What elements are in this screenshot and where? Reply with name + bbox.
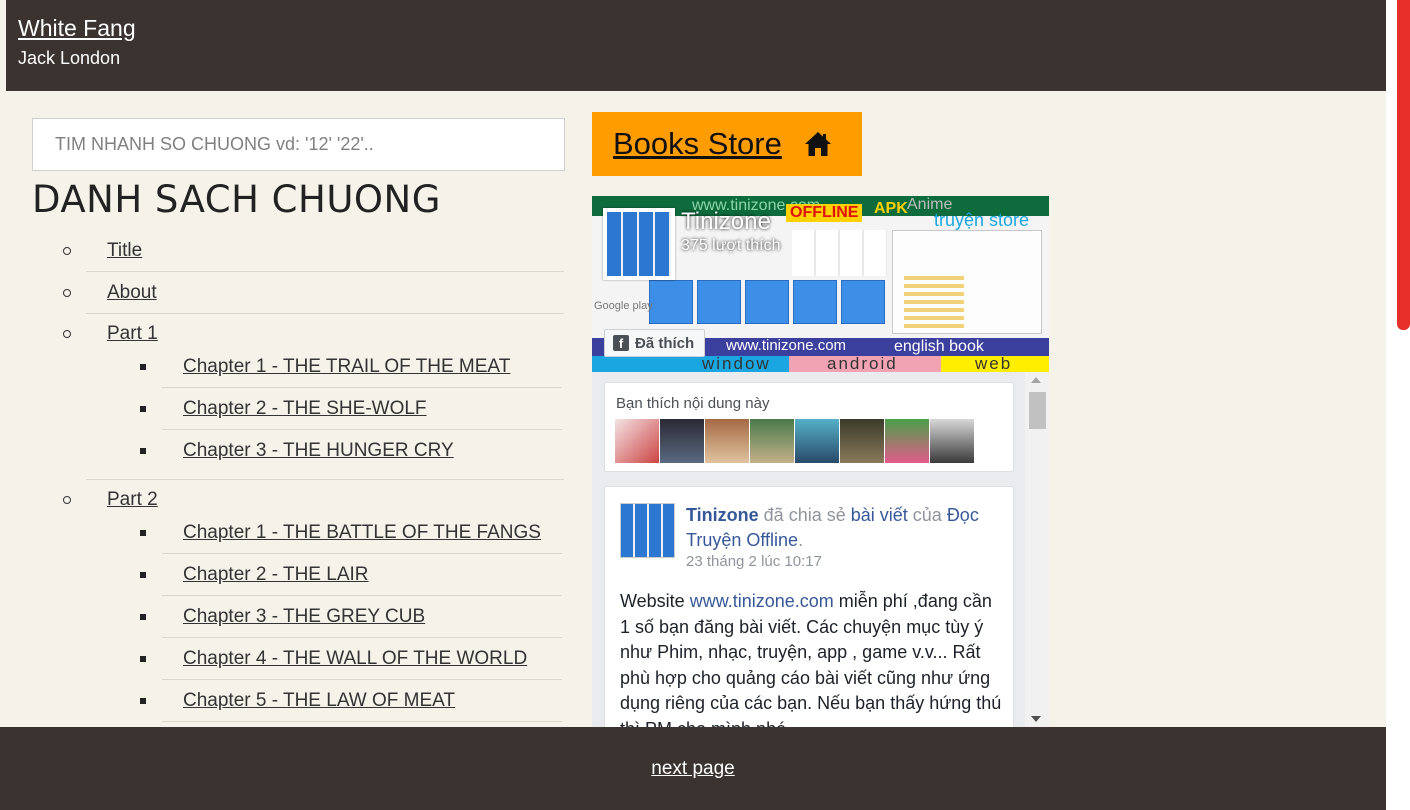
post-author-avatar[interactable]	[620, 503, 675, 558]
square-bullet-icon	[140, 364, 146, 370]
cover-url: www.tinizone.com	[726, 337, 847, 354]
facebook-post: Tinizone đã chia sẻ bài viết của Đọc Tru…	[604, 486, 1014, 727]
list-item: Title	[86, 230, 564, 272]
chapter-search-input[interactable]	[32, 118, 565, 171]
avatar[interactable]	[885, 419, 929, 463]
toc-link-chapter[interactable]: Chapter 2 - THE LAIR	[183, 564, 369, 586]
home-icon	[804, 132, 831, 156]
post-link[interactable]: bài viết	[851, 505, 908, 525]
books-store-button[interactable]: Books Store	[592, 112, 862, 176]
cover-app-tile	[649, 280, 693, 324]
cover-apk-label: APK	[874, 200, 908, 217]
book-title-link[interactable]: White Fang	[18, 15, 1374, 42]
list-item: Chapter 3 - THE HUNGER CRY	[162, 430, 562, 472]
square-bullet-icon	[140, 406, 146, 412]
toc-link-chapter[interactable]: Chapter 5 - THE LAW OF MEAT	[183, 690, 455, 712]
page-like-count: 375 lượt thích	[681, 237, 781, 254]
circle-bullet-icon	[63, 496, 71, 504]
square-bullet-icon	[140, 698, 146, 704]
cover-screenshot	[792, 230, 887, 276]
cover-app-tile	[697, 280, 741, 324]
widget-scrollbar-thumb[interactable]	[1029, 392, 1046, 429]
circle-bullet-icon	[63, 289, 71, 297]
list-item: Chapter 4 - THE WALL OF THE WORLD	[162, 638, 562, 680]
page-scrollbar[interactable]	[1386, 0, 1410, 810]
divider	[86, 479, 564, 480]
toc-link-chapter[interactable]: Chapter 3 - THE GREY CUB	[183, 606, 425, 628]
page-name-link[interactable]: Tinizone	[681, 208, 771, 236]
toc-link-chapter[interactable]: Chapter 4 - THE WALL OF THE WORLD	[183, 648, 527, 670]
avatar[interactable]	[705, 419, 749, 463]
books-store-label: Books Store	[613, 126, 782, 161]
facebook-page-widget: www.tinizone.com OFFLINE APK Anime truyệ…	[592, 196, 1049, 727]
list-item: Chapter 2 - THE SHE-WOLF	[162, 388, 562, 430]
cover-google-play: Google play	[594, 300, 653, 312]
facebook-icon: f	[613, 335, 629, 351]
friend-avatars	[615, 419, 974, 463]
facebook-cover-image[interactable]: www.tinizone.com OFFLINE APK Anime truyệ…	[592, 196, 1049, 372]
list-item: Chapter 5 - THE LAW OF MEAT	[162, 680, 562, 722]
chapter-list-heading: DANH SACH CHUONG	[32, 178, 441, 221]
page-avatar[interactable]	[603, 208, 675, 280]
scroll-down-icon[interactable]	[1031, 716, 1041, 722]
cover-app-tile	[745, 280, 789, 324]
cover-band-label: web	[975, 354, 1013, 372]
square-bullet-icon	[140, 572, 146, 578]
circle-bullet-icon	[63, 247, 71, 255]
circle-bullet-icon	[63, 330, 71, 338]
toc-link-title[interactable]: Title	[107, 240, 142, 262]
post-shared-text: đã chia sẻ	[758, 505, 851, 525]
square-bullet-icon	[140, 656, 146, 662]
book-author: Jack London	[18, 48, 121, 68]
widget-scrollbar[interactable]	[1025, 372, 1049, 727]
list-item: Chapter 3 - THE GREY CUB	[162, 596, 562, 638]
toc-link-chapter[interactable]: Chapter 1 - THE TRAIL OF THE MEAT	[183, 356, 510, 378]
toc-link-chapter[interactable]: Chapter 3 - THE HUNGER CRY	[183, 440, 454, 462]
avatar[interactable]	[840, 419, 884, 463]
liked-button[interactable]: f Đã thích	[604, 329, 706, 357]
post-body-text: miễn phí ,đang cần 1 số bạn đăng bài viế…	[620, 591, 1002, 727]
list-item: Chapter 1 - THE BATTLE OF THE FANGS	[162, 512, 562, 554]
friends-like-label: Bạn thích nội dung này	[616, 395, 770, 412]
avatar[interactable]	[660, 419, 704, 463]
toc-link-about[interactable]: About	[107, 282, 157, 304]
cover-app-tile	[841, 280, 885, 324]
toc-link-part-1[interactable]: Part 1	[107, 323, 158, 345]
toc-link-part-2[interactable]: Part 2	[107, 489, 158, 511]
post-dot: .	[798, 530, 804, 550]
avatar[interactable]	[930, 419, 974, 463]
toc-link-chapter[interactable]: Chapter 1 - THE BATTLE OF THE FANGS	[183, 522, 541, 544]
cover-band-label: android	[827, 354, 898, 372]
list-item: Chapter 1 - THE TRAIL OF THE MEAT	[162, 346, 562, 388]
cover-store-label: truyện store	[934, 210, 1030, 230]
next-page-link[interactable]: next page	[651, 758, 734, 780]
list-item: Chapter 2 - THE LAIR	[162, 554, 562, 596]
page-scrollbar-thumb[interactable]	[1397, 0, 1410, 330]
cover-offline-label: OFFLINE	[786, 204, 863, 222]
post-body-link[interactable]: www.tinizone.com	[690, 591, 834, 611]
cover-band-label: window	[702, 354, 771, 372]
post-body: Website www.tinizone.com miễn phí ,đang …	[620, 589, 1005, 727]
liked-button-label: Đã thích	[635, 334, 695, 352]
post-author-link[interactable]: Tinizone	[686, 505, 759, 525]
post-of-text: của	[907, 505, 947, 525]
list-item: About	[86, 272, 564, 314]
site-footer: next page	[0, 727, 1386, 810]
cover-screenshot	[904, 276, 964, 332]
avatar[interactable]	[795, 419, 839, 463]
cover-english-book: english book	[894, 338, 984, 355]
avatar[interactable]	[615, 419, 659, 463]
square-bullet-icon	[140, 530, 146, 536]
toc-link-chapter[interactable]: Chapter 2 - THE SHE-WOLF	[183, 398, 427, 420]
friends-like-box: Bạn thích nội dung này	[604, 382, 1014, 472]
post-header: Tinizone đã chia sẻ bài viết của Đọc Tru…	[686, 503, 1006, 553]
avatar[interactable]	[750, 419, 794, 463]
square-bullet-icon	[140, 614, 146, 620]
square-bullet-icon	[140, 448, 146, 454]
post-timestamp[interactable]: 23 tháng 2 lúc 10:17	[686, 553, 822, 570]
post-body-text: Website	[620, 591, 690, 611]
scroll-up-icon[interactable]	[1031, 377, 1041, 383]
site-header: White Fang Jack London	[6, 0, 1386, 91]
cover-app-tile	[793, 280, 837, 324]
